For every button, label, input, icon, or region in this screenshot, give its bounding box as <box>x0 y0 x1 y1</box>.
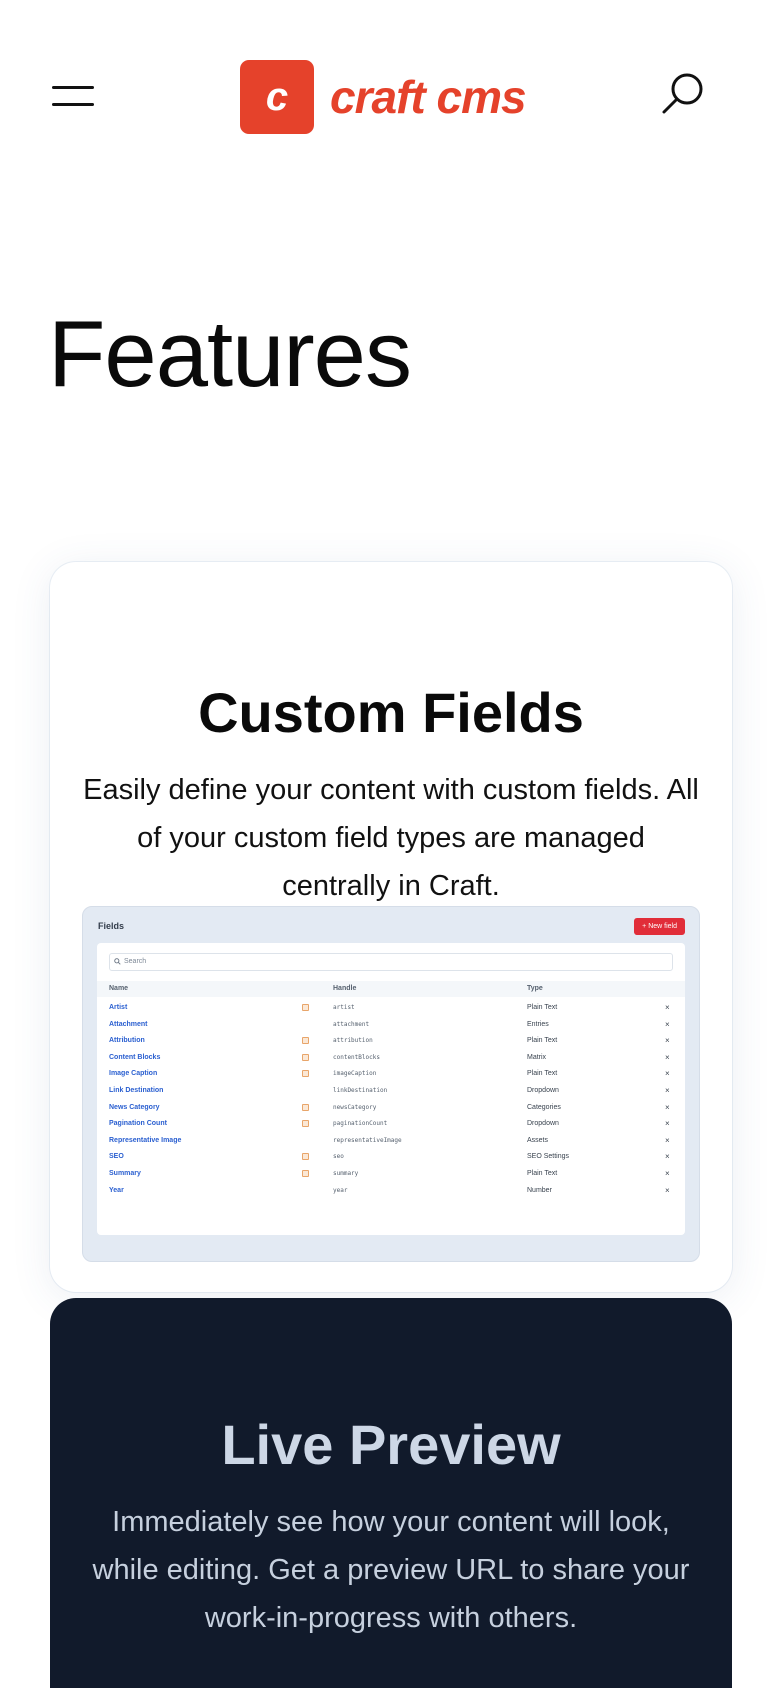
search-placeholder: Search <box>124 958 147 965</box>
field-name-link[interactable]: SEO <box>109 1148 124 1166</box>
field-handle: seo <box>333 1153 344 1161</box>
field-type: SEO Settings <box>527 1153 570 1161</box>
table-row[interactable]: Attribution attribution Plain Text × <box>97 1032 685 1050</box>
field-type: Matrix <box>527 1053 547 1061</box>
field-handle: representativeImage <box>333 1136 402 1144</box>
column-header-type: Type <box>527 985 543 992</box>
field-name-link[interactable]: Summary <box>109 1165 141 1183</box>
translatable-icon <box>302 1103 309 1111</box>
field-handle: attribution <box>333 1037 373 1045</box>
translatable-icon <box>302 1070 309 1078</box>
field-handle: paginationCount <box>333 1120 388 1128</box>
field-handle: linkDestination <box>333 1087 388 1094</box>
delete-icon[interactable]: × <box>665 1132 670 1150</box>
field-type: Dropdown <box>527 1120 559 1128</box>
delete-icon[interactable]: × <box>665 1099 670 1117</box>
field-type: Dropdown <box>527 1087 559 1094</box>
custom-fields-title: Custom Fields <box>198 681 584 744</box>
table-row[interactable]: Link Destination linkDestination Dropdown × <box>97 1082 685 1100</box>
field-name-link[interactable]: Artist <box>109 999 127 1017</box>
fields-screenshot: Fields + New field Search Name Handle Ty… <box>82 906 700 1262</box>
delete-icon[interactable]: × <box>665 1049 670 1067</box>
live-preview-title: Live Preview <box>221 1413 561 1476</box>
hamburger-menu-icon[interactable] <box>52 82 94 110</box>
custom-fields-card: Custom Fields Easily define your content… <box>50 562 732 1292</box>
translatable-icon <box>302 1053 309 1061</box>
menu-line-bottom <box>52 103 94 106</box>
field-type: Assets <box>527 1136 549 1144</box>
table-row[interactable]: Attachment attachment Entries × <box>97 1016 685 1034</box>
field-name-link[interactable]: Attachment <box>109 1016 148 1034</box>
field-handle: summary <box>333 1170 359 1177</box>
translatable-icon <box>302 1153 309 1161</box>
field-type: Plain Text <box>527 1070 558 1078</box>
page-title: Features <box>48 301 412 406</box>
translatable-icon <box>302 1004 309 1011</box>
field-name-link[interactable]: News Category <box>109 1099 160 1117</box>
field-type: Plain Text <box>527 1037 558 1045</box>
column-header-name: Name <box>109 985 129 992</box>
field-handle: newsCategory <box>333 1103 377 1111</box>
field-name-link[interactable]: Content Blocks <box>109 1049 160 1067</box>
custom-fields-description: Easily define your content with custom f… <box>83 774 699 902</box>
table-row[interactable]: Summary summary Plain Text × <box>97 1165 685 1183</box>
field-type: Plain Text <box>527 1004 558 1011</box>
table-row[interactable]: Pagination Count paginationCount Dropdown × <box>97 1115 685 1133</box>
field-handle: contentBlocks <box>333 1053 380 1061</box>
delete-icon[interactable]: × <box>665 1032 670 1050</box>
live-preview-card: Live Preview Immediately see how your co… <box>50 1298 732 1688</box>
table-row[interactable]: Image Caption imageCaption Plain Text × <box>97 1065 685 1083</box>
field-name-link[interactable]: Attribution <box>109 1032 145 1050</box>
translatable-icon <box>302 1170 309 1177</box>
field-handle: year <box>333 1186 348 1194</box>
fields-table-header: Name Handle Type <box>97 981 685 997</box>
logo-mark: c <box>240 60 314 134</box>
search-small-icon <box>114 958 121 965</box>
translatable-icon <box>302 1037 309 1045</box>
delete-icon[interactable]: × <box>665 1065 670 1083</box>
field-name-link[interactable]: Pagination Count <box>109 1115 167 1133</box>
field-name-link[interactable]: Year <box>109 1182 124 1200</box>
field-name-link[interactable]: Image Caption <box>109 1065 157 1083</box>
field-type: Categories <box>527 1103 561 1111</box>
translatable-icon <box>302 1120 309 1128</box>
field-handle: artist <box>333 1004 355 1011</box>
fields-search-input[interactable]: Search <box>109 953 673 971</box>
live-preview-description: Immediately see how your content will lo… <box>92 1506 690 1634</box>
delete-icon[interactable]: × <box>665 1082 670 1100</box>
table-row[interactable]: Representative Image representativeImage A… <box>97 1132 685 1150</box>
field-handle: imageCaption <box>333 1070 377 1078</box>
delete-icon[interactable]: × <box>665 1115 670 1133</box>
fields-table-panel: Search Name Handle Type Artist artist Plai… <box>97 943 685 1235</box>
screenshot-title: Fields <box>98 921 125 931</box>
menu-line-top <box>52 86 94 89</box>
field-name-link[interactable]: Link Destination <box>109 1082 163 1100</box>
delete-icon[interactable]: × <box>665 1016 670 1034</box>
field-name-link[interactable]: Representative Image <box>109 1132 181 1150</box>
site-header: c craft cms <box>0 0 780 190</box>
search-icon[interactable] <box>658 70 708 120</box>
new-field-button[interactable]: + New field <box>634 918 685 935</box>
delete-icon[interactable]: × <box>665 1148 670 1166</box>
field-type: Plain Text <box>527 1170 558 1177</box>
table-row[interactable]: News Category newsCategory Categories × <box>97 1099 685 1117</box>
delete-icon[interactable]: × <box>665 1165 670 1183</box>
craft-cms-logo[interactable]: c craft cms <box>240 60 527 134</box>
table-row[interactable]: Content Blocks contentBlocks Matrix × <box>97 1049 685 1067</box>
logo-text: craft cms <box>330 71 527 123</box>
table-row[interactable]: Year year Number × <box>97 1182 685 1200</box>
field-type: Number <box>527 1186 552 1194</box>
field-handle: attachment <box>333 1020 370 1028</box>
table-row[interactable]: Artist artist Plain Text × <box>97 999 685 1017</box>
delete-icon[interactable]: × <box>665 999 670 1017</box>
table-row[interactable]: SEO seo SEO Settings × <box>97 1148 685 1166</box>
delete-icon[interactable]: × <box>665 1182 670 1200</box>
field-type: Entries <box>527 1020 549 1028</box>
column-header-handle: Handle <box>333 985 357 992</box>
